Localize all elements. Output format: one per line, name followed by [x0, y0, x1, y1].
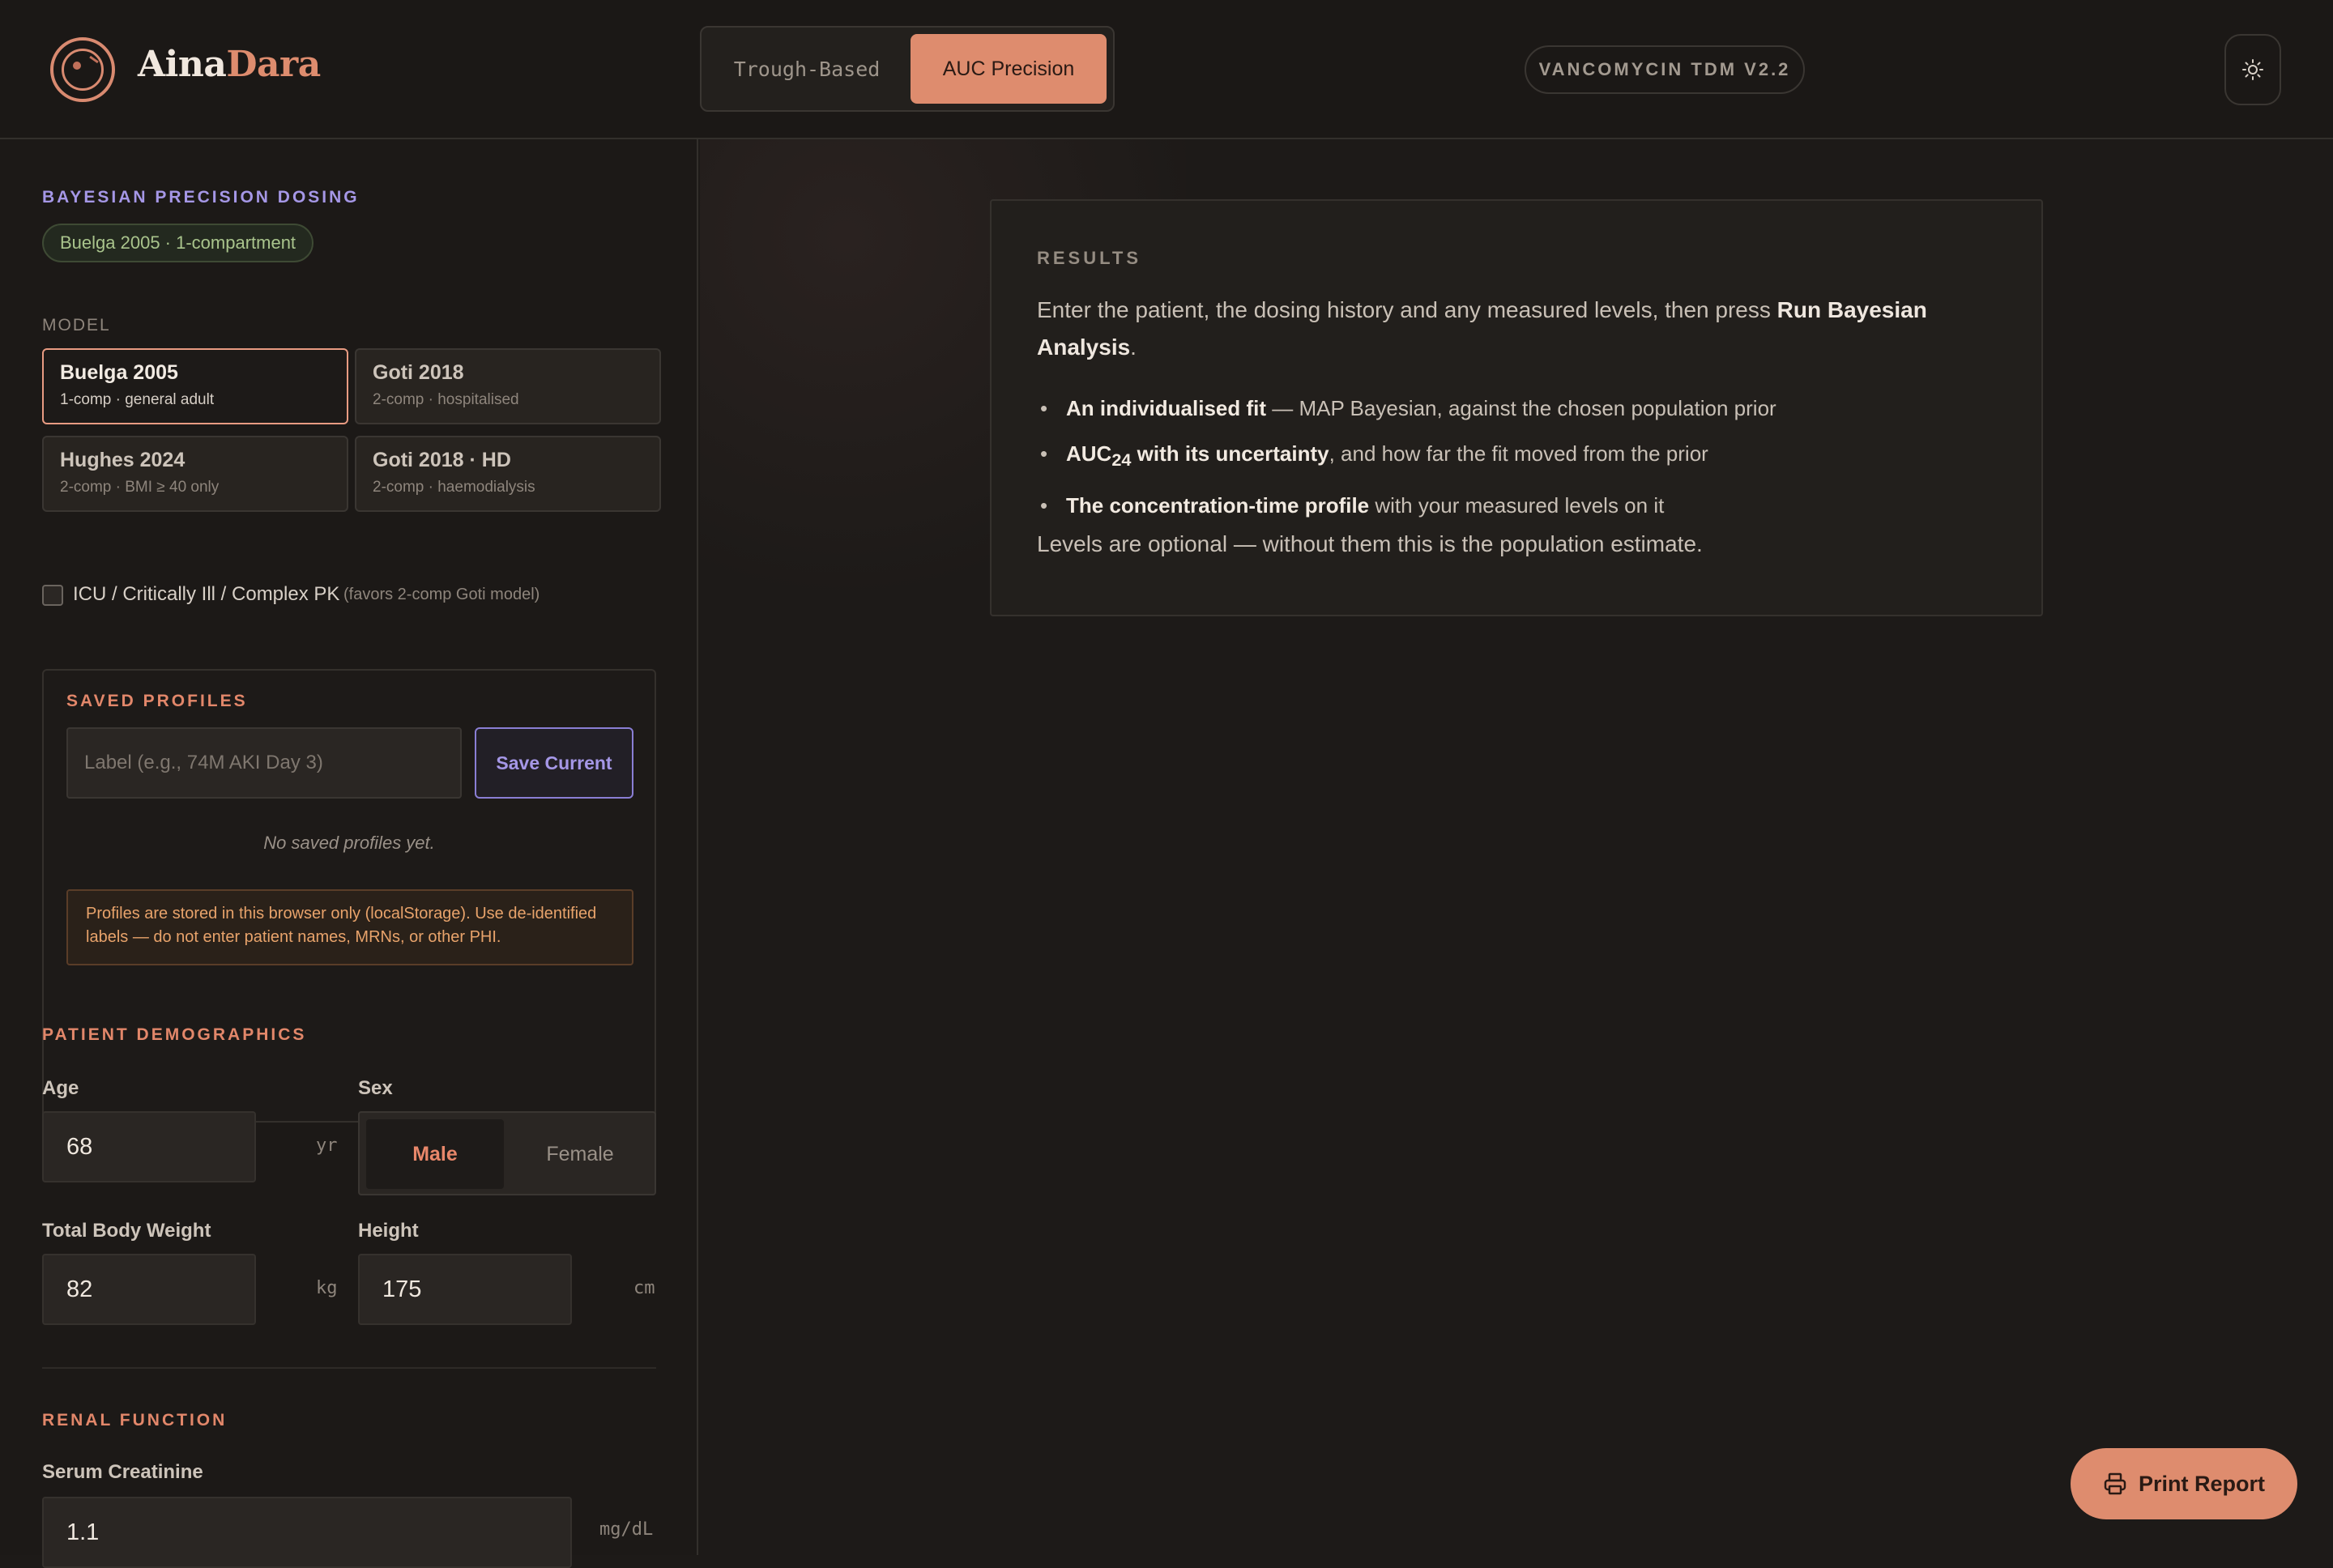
- profile-label-input[interactable]: [66, 727, 462, 799]
- model-tag: Buelga 2005 · 1-compartment: [42, 224, 314, 262]
- results-panel: RESULTS Enter the patient, the dosing hi…: [990, 199, 2043, 616]
- printer-icon: [2104, 1472, 2126, 1495]
- scr-label: Serum Creatinine: [42, 1461, 203, 1483]
- section-divider: [42, 1367, 656, 1369]
- theme-toggle-button[interactable]: [2224, 34, 2281, 105]
- sun-icon: [2242, 59, 2263, 80]
- height-label: Height: [358, 1220, 419, 1242]
- app-header: AinaDara Trough-Based AUC Precision VANC…: [0, 0, 2333, 139]
- age-unit: yr: [316, 1136, 338, 1156]
- scr-input[interactable]: 1.1: [42, 1497, 572, 1568]
- section-title-bayesian: BAYESIAN PRECISION DOSING: [42, 188, 360, 207]
- model-name: Goti 2018: [373, 361, 464, 384]
- saved-profiles-panel: SAVED PROFILES Save Current No saved pro…: [42, 669, 656, 1123]
- height-unit: cm: [633, 1278, 655, 1298]
- model-desc: 2-comp · BMI ≥ 40 only: [60, 479, 220, 496]
- levels-note: Levels are optional — without them this …: [1037, 531, 1703, 556]
- list-item: An individualised fit — MAP Bayesian, ag…: [1037, 386, 2009, 431]
- model-card-goti-2018[interactable]: Goti 2018 2-comp · hospitalised: [355, 348, 661, 424]
- model-name: Buelga 2005: [60, 361, 178, 384]
- model-label: MODEL: [42, 316, 111, 334]
- age-input[interactable]: 68: [42, 1111, 256, 1182]
- weight-input[interactable]: 82: [42, 1254, 256, 1325]
- list-item: The concentration-time profile with your…: [1037, 483, 2009, 528]
- phi-warning: Profiles are stored in this browser only…: [66, 889, 633, 965]
- sex-label: Sex: [358, 1077, 393, 1099]
- version-badge: VANCOMYCIN TDM V2.2: [1525, 45, 1805, 94]
- brand-name: AinaDara: [138, 44, 321, 85]
- icu-hint: (favors 2-comp Goti model): [343, 586, 540, 603]
- empty-profiles-message: No saved profiles yet.: [263, 833, 435, 853]
- weight-label: Total Body Weight: [42, 1220, 211, 1242]
- sex-male-option[interactable]: Male: [366, 1119, 504, 1189]
- renal-title: RENAL FUNCTION: [42, 1411, 228, 1430]
- sex-toggle: Male Female: [358, 1111, 656, 1195]
- print-report-label: Print Report: [2138, 1471, 2265, 1496]
- demographics-title: PATIENT DEMOGRAPHICS: [42, 1025, 307, 1044]
- save-current-button[interactable]: Save Current: [475, 727, 633, 799]
- tab-auc-precision[interactable]: AUC Precision: [911, 34, 1107, 104]
- height-input[interactable]: 175: [358, 1254, 572, 1325]
- results-intro: Enter the patient, the dosing history an…: [1037, 297, 1927, 360]
- model-card-buelga-2005[interactable]: Buelga 2005 1-comp · general adult: [42, 348, 348, 424]
- results-title: RESULTS: [1037, 248, 1142, 268]
- results-feature-list: An individualised fit — MAP Bayesian, ag…: [1037, 386, 2009, 528]
- list-item: AUC24 with its uncertainty, and how far …: [1037, 431, 2009, 483]
- model-name: Goti 2018 · HD: [373, 449, 511, 471]
- age-label: Age: [42, 1077, 79, 1099]
- model-card-goti-2018-hd[interactable]: Goti 2018 · HD 2-comp · haemodialysis: [355, 436, 661, 512]
- input-sidebar: BAYESIAN PRECISION DOSING Buelga 2005 · …: [0, 139, 698, 1568]
- model-desc: 1-comp · general adult: [60, 391, 215, 408]
- print-report-button[interactable]: Print Report: [2071, 1448, 2297, 1519]
- tab-trough-based[interactable]: Trough-Based: [708, 34, 906, 104]
- weight-unit: kg: [316, 1278, 338, 1298]
- scr-unit: mg/dL: [599, 1519, 654, 1540]
- model-name: Hughes 2024: [60, 449, 186, 471]
- model-desc: 2-comp · haemodialysis: [373, 479, 535, 496]
- smiley-ring-logo-icon: [50, 37, 115, 102]
- model-desc: 2-comp · hospitalised: [373, 391, 519, 408]
- mode-switch: Trough-Based AUC Precision: [700, 26, 1115, 112]
- saved-profiles-title: SAVED PROFILES: [66, 692, 248, 710]
- icu-checkbox[interactable]: [42, 585, 63, 606]
- icu-checkbox-label[interactable]: ICU / Critically Ill / Complex PK: [73, 583, 339, 606]
- model-card-hughes-2024[interactable]: Hughes 2024 2-comp · BMI ≥ 40 only: [42, 436, 348, 512]
- sex-female-option[interactable]: Female: [510, 1119, 650, 1189]
